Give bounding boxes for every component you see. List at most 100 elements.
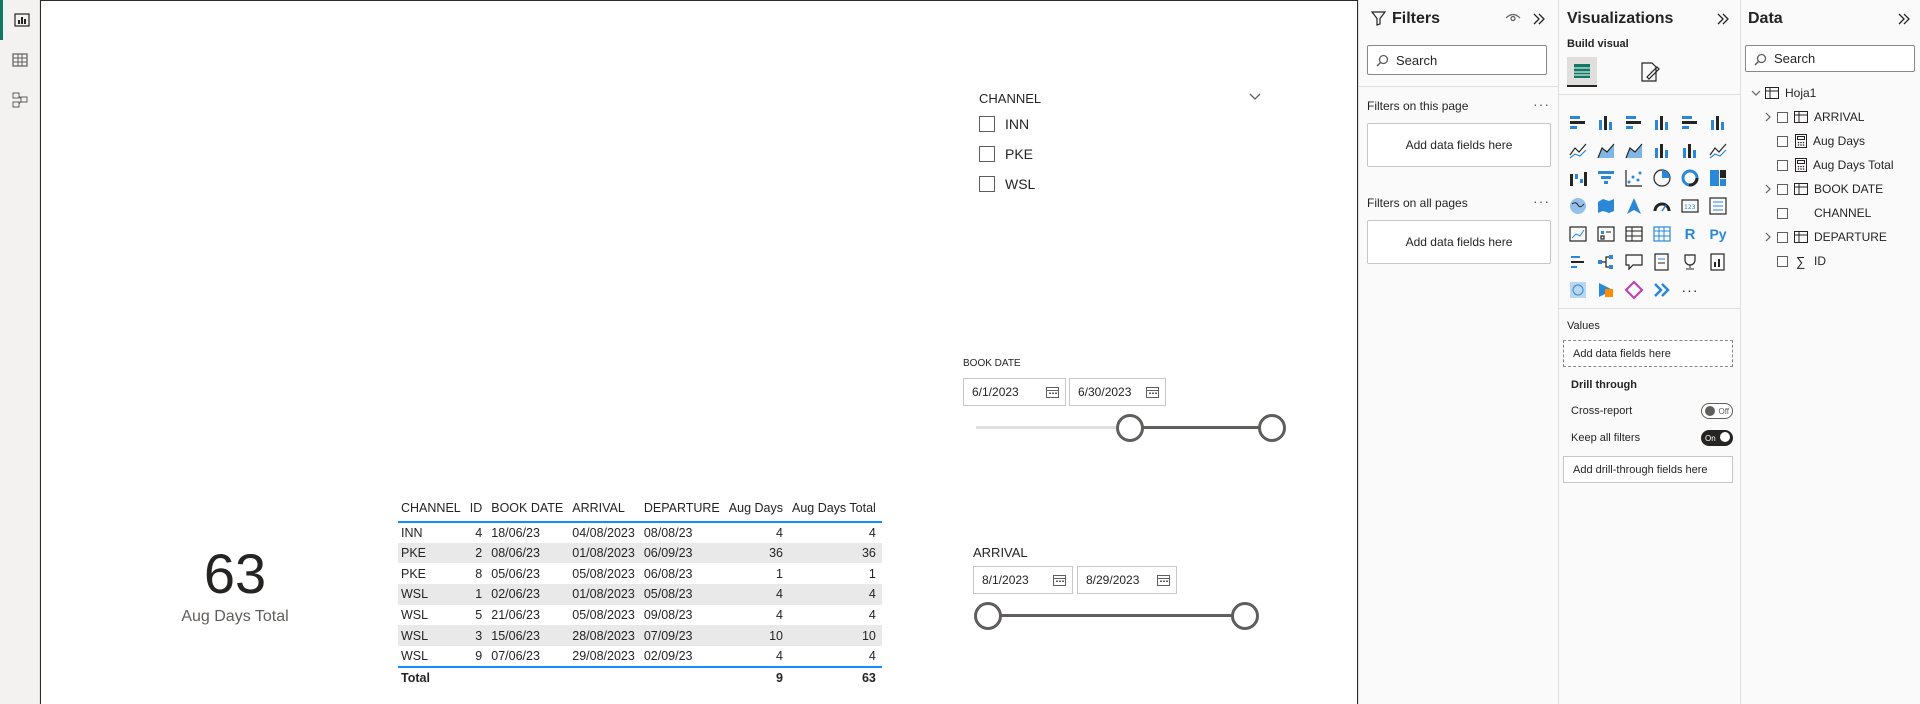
field-checkbox[interactable] [1777, 231, 1788, 243]
table-view-button[interactable] [0, 40, 40, 80]
field-checkbox[interactable] [1777, 207, 1788, 219]
channel-option-pke[interactable]: PKE [979, 146, 1033, 162]
chevron-right-icon[interactable] [1763, 112, 1773, 122]
calendar-icon[interactable] [1146, 386, 1159, 398]
column-header-book-date[interactable]: BOOK DATE [488, 494, 570, 523]
paginated-report-icon[interactable] [1707, 251, 1729, 273]
collapse-filters-icon[interactable] [1531, 11, 1547, 27]
page-filters-drop-zone[interactable]: Add data fields here [1367, 123, 1551, 167]
table-row[interactable]: INN 4 18/06/23 04/08/2023 08/08/23 4 4 [398, 522, 882, 543]
stacked-column-icon[interactable] [1595, 111, 1617, 133]
column-header-aug-days-total[interactable]: Aug Days Total [788, 494, 882, 523]
model-view-button[interactable] [0, 80, 40, 120]
filled-map-icon[interactable] [1595, 195, 1617, 217]
arrival-end-input[interactable]: 8/29/2023 [1077, 566, 1177, 594]
field-checkbox[interactable] [1777, 135, 1788, 147]
python-visual-icon[interactable]: Py [1707, 223, 1729, 245]
column-header-channel[interactable]: CHANNEL [398, 494, 467, 523]
field-checkbox[interactable] [1777, 159, 1788, 171]
field-aug-days[interactable]: Aug Days [1741, 131, 1865, 151]
field-arrival[interactable]: ARRIVAL [1741, 107, 1864, 127]
filters-search-input[interactable]: Search [1367, 45, 1547, 75]
line-chart-icon[interactable] [1567, 139, 1589, 161]
chevron-right-icon[interactable] [1763, 232, 1773, 242]
stacked-bar-icon[interactable] [1567, 111, 1589, 133]
table-icon[interactable] [1623, 223, 1645, 245]
pie-icon[interactable] [1651, 167, 1673, 189]
clustered-column-icon[interactable] [1651, 111, 1673, 133]
field-id[interactable]: ∑ ID [1741, 251, 1826, 271]
arcgis-icon[interactable] [1567, 279, 1589, 301]
drill-through-drop-zone[interactable]: Add drill-through fields here [1563, 456, 1733, 483]
arrival-end-handle[interactable] [1231, 602, 1259, 630]
power-apps-icon[interactable] [1595, 279, 1617, 301]
values-drop-zone[interactable]: Add data fields here [1563, 340, 1733, 367]
table-row[interactable]: PKE 8 05/06/23 05/08/2023 06/08/23 1 1 [398, 563, 882, 584]
field-channel[interactable]: CHANNEL [1741, 203, 1871, 223]
stacked-area-icon[interactable] [1623, 139, 1645, 161]
report-view-button[interactable] [0, 0, 40, 40]
column-header-id[interactable]: ID [466, 494, 489, 523]
arrival-slider-range[interactable] [988, 614, 1245, 617]
power-automate-icon[interactable] [1623, 279, 1645, 301]
book-date-end-input[interactable]: 6/30/2023 [1069, 378, 1166, 406]
table-node-hoja1[interactable]: Hoja1 [1741, 83, 1816, 103]
decomposition-tree-icon[interactable] [1595, 251, 1617, 273]
checkbox[interactable] [979, 146, 995, 162]
more-options-icon[interactable]: ··· [1533, 193, 1550, 209]
calendar-icon[interactable] [1157, 574, 1170, 586]
key-influencers-icon[interactable] [1567, 251, 1589, 273]
column-header-arrival[interactable]: ARRIVAL [569, 494, 641, 523]
arrival-start-handle[interactable] [974, 602, 1002, 630]
arrival-start-input[interactable]: 8/1/2023 [973, 566, 1073, 594]
matrix-icon[interactable] [1651, 223, 1673, 245]
channel-option-inn[interactable]: INN [979, 116, 1029, 132]
clustered-bar-icon[interactable] [1623, 111, 1645, 133]
checkbox[interactable] [979, 116, 995, 132]
format-visual-tab[interactable] [1635, 57, 1665, 87]
build-visual-tab[interactable] [1567, 57, 1597, 87]
book-date-start-handle[interactable] [1116, 414, 1144, 442]
checkbox[interactable] [979, 176, 995, 192]
table-row[interactable]: WSL 9 07/06/23 29/08/2023 02/09/23 4 4 [398, 646, 882, 667]
field-checkbox[interactable] [1777, 183, 1788, 195]
ribbon-chart-icon[interactable] [1707, 139, 1729, 161]
collapse-visualizations-icon[interactable] [1715, 11, 1731, 27]
100-stacked-column-icon[interactable] [1707, 111, 1729, 133]
scatter-icon[interactable] [1623, 167, 1645, 189]
field-checkbox[interactable] [1777, 111, 1788, 123]
smart-narrative-icon[interactable] [1651, 251, 1673, 273]
waterfall-icon[interactable] [1567, 167, 1589, 189]
azure-map-icon[interactable] [1623, 195, 1645, 217]
book-date-start-input[interactable]: 6/1/2023 [963, 378, 1066, 406]
slicer-icon[interactable] [1595, 223, 1617, 245]
gauge-icon[interactable] [1651, 195, 1673, 217]
more-visuals-icon[interactable]: ··· [1679, 279, 1701, 301]
qa-icon[interactable] [1623, 251, 1645, 273]
kpi-icon[interactable] [1567, 223, 1589, 245]
multirow-card-icon[interactable] [1707, 195, 1729, 217]
eye-icon[interactable] [1505, 12, 1521, 24]
field-aug-days-total[interactable]: Aug Days Total [1741, 155, 1894, 175]
chevron-visual-icon[interactable] [1651, 279, 1673, 301]
all-pages-filters-drop-zone[interactable]: Add data fields here [1367, 220, 1551, 264]
data-search-input[interactable]: Search [1745, 45, 1915, 72]
chevron-right-icon[interactable] [1763, 184, 1773, 194]
100-stacked-bar-icon[interactable] [1679, 111, 1701, 133]
calendar-icon[interactable] [1053, 574, 1066, 586]
area-chart-icon[interactable] [1595, 139, 1617, 161]
map-icon[interactable] [1567, 195, 1589, 217]
table-row[interactable]: WSL 3 15/06/23 28/08/2023 07/09/23 10 10 [398, 625, 882, 647]
chevron-down-icon[interactable] [1751, 88, 1761, 98]
table-row[interactable]: PKE 2 08/06/23 01/08/2023 06/09/23 36 36 [398, 542, 882, 564]
calendar-icon[interactable] [1046, 386, 1059, 398]
data-table[interactable]: CHANNEL ID BOOK DATE ARRIVAL DEPARTURE A… [398, 494, 882, 688]
more-options-icon[interactable]: ··· [1533, 96, 1550, 112]
field-departure[interactable]: DEPARTURE [1741, 227, 1887, 247]
chevron-down-icon[interactable] [1248, 90, 1262, 104]
table-row[interactable]: WSL 5 21/06/23 05/08/2023 09/08/23 4 4 [398, 605, 882, 626]
metrics-icon[interactable] [1679, 251, 1701, 273]
r-visual-icon[interactable]: R [1679, 223, 1701, 245]
treemap-icon[interactable] [1707, 167, 1729, 189]
field-checkbox[interactable] [1777, 255, 1788, 267]
